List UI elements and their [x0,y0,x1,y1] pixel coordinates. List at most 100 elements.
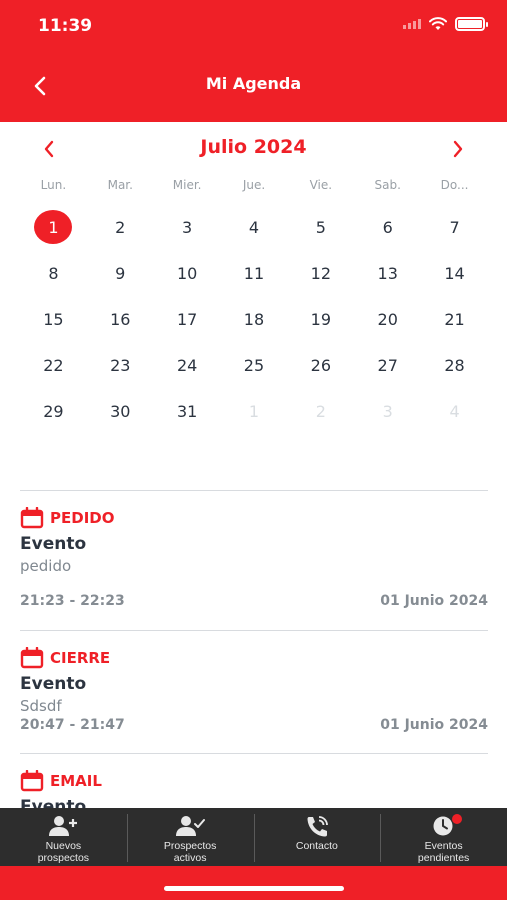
calendar-day[interactable]: 21 [421,296,488,342]
event-header: CIERRE [20,647,488,669]
tab-nuevos-prospectos[interactable]: Nuevos prospectos [0,808,127,866]
calendar-day[interactable]: 28 [421,342,488,388]
calendar-day[interactable]: 19 [287,296,354,342]
event-description: pedido [20,557,72,575]
calendar-day[interactable]: 14 [421,250,488,296]
day-number: 1 [34,210,73,244]
event-date: 01 Junio 2024 [380,593,488,609]
clock-icon [432,814,462,838]
day-number: 6 [382,217,393,237]
calendar-day[interactable]: 12 [287,250,354,296]
day-number: 10 [176,263,198,283]
home-indicator[interactable] [164,886,344,891]
calendar-icon [20,647,44,669]
calendar-day[interactable]: 27 [354,342,421,388]
calendar-day[interactable]: 2 [87,204,154,250]
calendar-day[interactable]: 10 [154,250,221,296]
day-number: 3 [382,401,393,421]
calendar-day[interactable]: 4 [221,204,288,250]
calendar-day[interactable]: 9 [87,250,154,296]
calendar-day[interactable]: 31 [154,388,221,434]
day-number: 14 [444,263,465,283]
day-number: 31 [176,401,198,421]
calendar-day[interactable]: 23 [87,342,154,388]
day-number: 26 [310,355,332,375]
event-header: EMAIL [20,770,488,792]
nav-bar: Mi Agenda [0,52,507,122]
calendar-day[interactable]: 15 [20,296,87,342]
day-number: 23 [110,355,131,375]
calendar-day[interactable]: 11 [221,250,288,296]
calendar-day[interactable]: 17 [154,296,221,342]
day-number: 29 [43,401,64,421]
calendar-day-selected[interactable]: 1 [20,204,87,250]
calendar-day[interactable]: 5 [287,204,354,250]
day-number: 2 [315,401,326,421]
add-person-icon [48,814,78,838]
calendar-day[interactable]: 18 [221,296,288,342]
event-description: Sdsdf [20,697,62,715]
chevron-right-icon [453,140,463,158]
day-number: 24 [176,355,198,375]
weekday-label: Jue. [242,178,266,192]
event-time: 21:23 - 22:23 [20,593,125,609]
event-type: CIERRE [50,649,111,667]
calendar-day[interactable]: 7 [421,204,488,250]
tab-label: Eventos pendientes [417,840,470,864]
calendar-day[interactable]: 3 [154,204,221,250]
tab-contacto[interactable]: Contacto [253,808,381,866]
day-number: 16 [110,309,131,329]
tab-eventos-pendientes[interactable]: Eventos pendientes [380,808,507,866]
cellular-signal-icon [403,19,421,29]
month-header: Julio 2024 [0,130,507,166]
day-number: 4 [449,401,460,421]
day-number: 19 [310,309,332,329]
tab-label: Nuevos prospectos [37,840,90,864]
day-number: 20 [377,309,398,329]
day-number: 15 [43,309,64,329]
event-time: 20:47 - 21:47 [20,717,125,733]
day-number: 9 [115,263,126,283]
bottom-tab-bar: Nuevos prospectos Prospectos activos Con… [0,808,507,866]
calendar-day[interactable]: 20 [354,296,421,342]
day-number: 4 [248,217,260,237]
weekday-label: Vie. [309,178,333,192]
calendar-day[interactable]: 26 [287,342,354,388]
day-number: 17 [176,309,198,329]
day-number: 8 [48,263,59,283]
event-meta: 20:47 - 21:47 01 Junio 2024 [20,717,488,733]
day-number: 13 [377,263,398,283]
calendar-icon [20,507,44,529]
calendar-day[interactable]: 13 [354,250,421,296]
notification-dot [451,814,462,824]
calendar-day[interactable]: 22 [20,342,87,388]
battery-icon [455,17,488,31]
event-card[interactable]: PEDIDO Evento pedido 21:23 - 22:23 01 Ju… [20,490,488,630]
tab-prospectos-activos[interactable]: Prospectos activos [126,808,254,866]
calendar-day[interactable]: 6 [354,204,421,250]
tab-label: Prospectos activos [163,840,217,864]
day-number: 5 [315,217,326,237]
weekday-label: Mar. [107,178,133,192]
calendar-day[interactable]: 8 [20,250,87,296]
weekday-label: Lun. [40,178,67,192]
calendar-day[interactable]: 24 [154,342,221,388]
calendar-day[interactable]: 16 [87,296,154,342]
calendar-days-grid: 1 2 3 4 5 6 7 8 9 10 11 12 13 14 15 16 17 18 19 20 21 22 23 24 2… [20,204,488,434]
weekday-label: Sab. [374,178,401,192]
day-number: 11 [243,263,265,283]
next-month-button[interactable] [445,136,471,162]
calendar-day[interactable]: 29 [20,388,87,434]
calendar-day[interactable]: 25 [221,342,288,388]
events-list: PEDIDO Evento pedido 21:23 - 22:23 01 Ju… [20,490,488,808]
event-type: EMAIL [50,772,102,790]
tab-label: Contacto [295,840,338,852]
event-card[interactable]: CIERRE Evento Sdsdf 20:47 - 21:47 01 Jun… [20,630,488,753]
status-icons [403,17,488,31]
calendar-day[interactable]: 30 [87,388,154,434]
calendar-day: 4 [421,388,488,434]
page-title: Mi Agenda [205,74,302,93]
event-type: PEDIDO [50,509,115,527]
event-card[interactable]: EMAIL Evento [20,753,488,808]
event-date: 01 Junio 2024 [380,717,488,733]
